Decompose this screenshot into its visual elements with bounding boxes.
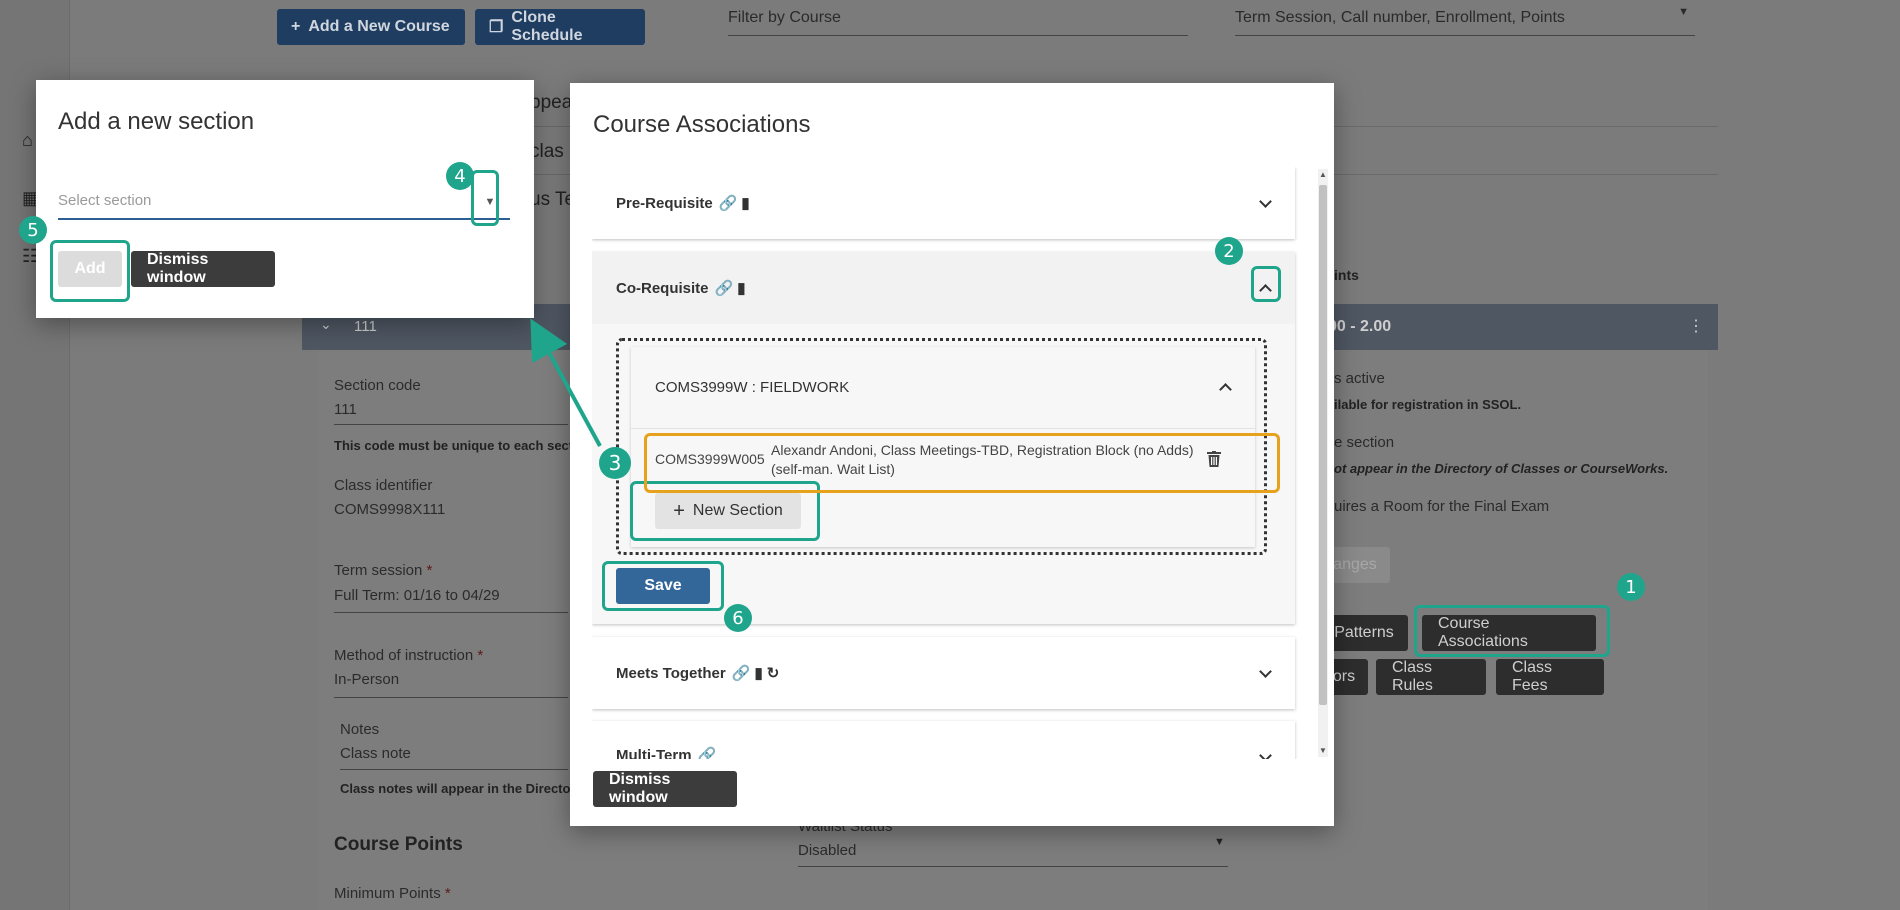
callout-arrow: [530, 318, 602, 447]
